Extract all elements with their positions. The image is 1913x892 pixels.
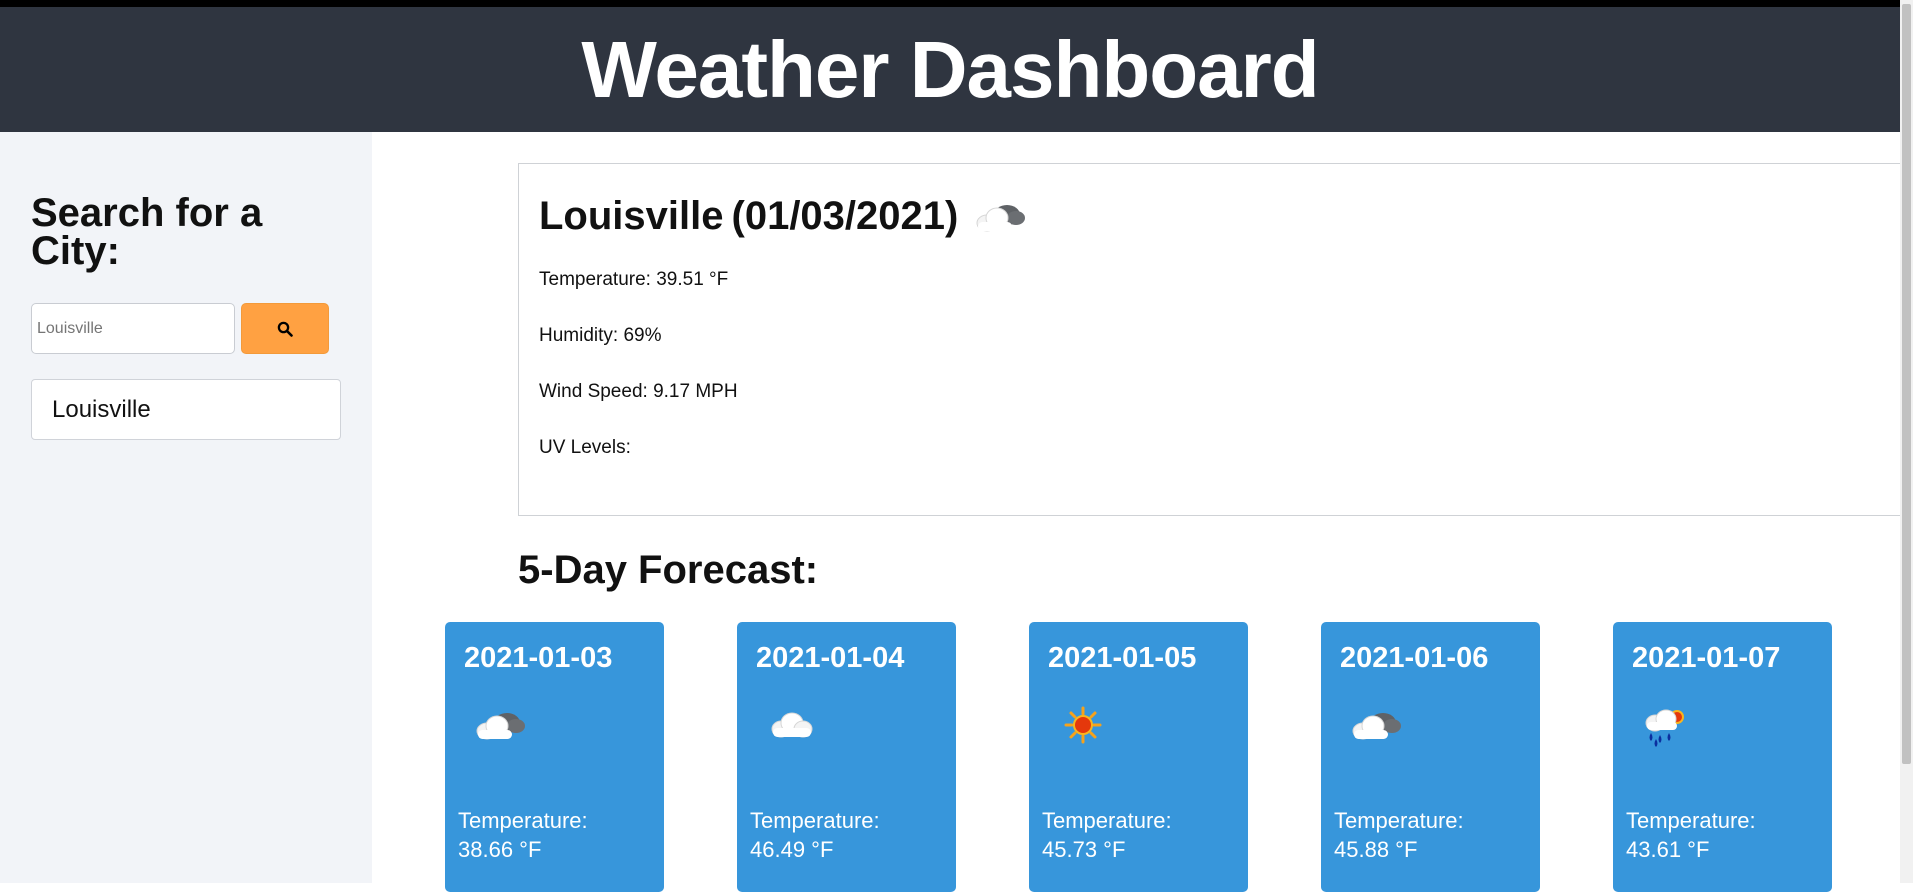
forecast-date: 2021-01-06: [1340, 642, 1489, 674]
forecast-temp-label: Temperature:: [750, 808, 880, 833]
forecast-temp-value: 45.73 °F: [1042, 837, 1126, 862]
partly-cloudy-icon: [976, 204, 1026, 231]
forecast-temperature: Temperature: 45.88 °F: [1334, 806, 1464, 864]
forecast-card: 2021-01-05 Temperature: 45.73 °F: [1029, 622, 1248, 892]
forecast-temp-value: 38.66 °F: [458, 837, 542, 862]
forecast-card: 2021-01-06 Temperature: 45.88 °F: [1321, 622, 1540, 892]
sidebar: Search for a City: Louisville: [0, 132, 372, 883]
forecast-temp-label: Temperature:: [1334, 808, 1464, 833]
forecast-temp-label: Temperature:: [458, 808, 588, 833]
history-item-label: Louisville: [52, 395, 151, 423]
forecast-heading: 5-Day Forecast:: [518, 548, 819, 592]
partly-cloudy-icon: [476, 713, 525, 740]
forecast-temperature: Temperature: 46.49 °F: [750, 806, 880, 864]
cloud-icon: [771, 712, 813, 738]
forecast-temperature: Temperature: 38.66 °F: [458, 806, 588, 864]
current-temperature: Temperature: 39.51 °F: [539, 269, 729, 290]
forecast-card: 2021-01-04 Temperature: 46.49 °F: [737, 622, 956, 892]
forecast-date: 2021-01-03: [464, 642, 613, 674]
search-button[interactable]: [241, 303, 329, 354]
forecast-temperature: Temperature: 43.61 °F: [1626, 806, 1756, 864]
search-icon: [277, 321, 293, 337]
current-date: (01/03/2021): [731, 194, 959, 238]
scrollbar-thumb[interactable]: [1902, 4, 1911, 764]
forecast-temp-label: Temperature:: [1626, 808, 1756, 833]
forecast-date: 2021-01-04: [756, 642, 905, 674]
current-humidity: Humidity: 69%: [539, 325, 662, 346]
current-weather-panel: Louisville (01/03/2021) Temperature: 39.…: [518, 163, 1900, 516]
forecast-temp-value: 43.61 °F: [1626, 837, 1710, 862]
forecast-temp-value: 46.49 °F: [750, 837, 834, 862]
partly-cloudy-icon: [1352, 713, 1401, 740]
forecast-card: 2021-01-03 Temperature: 38.66 °F: [445, 622, 664, 892]
forecast-temp-value: 45.88 °F: [1334, 837, 1418, 862]
forecast-card: 2021-01-07 Temperature: 43.61 °F: [1613, 622, 1832, 892]
sun-icon: [1064, 706, 1102, 744]
page-scrollbar[interactable]: [1900, 0, 1913, 883]
app-header: Weather Dashboard: [0, 7, 1900, 132]
rain-icon: [1645, 709, 1684, 747]
city-search-input[interactable]: [31, 303, 235, 354]
forecast-temp-label: Temperature:: [1042, 808, 1172, 833]
current-wind-speed: Wind Speed: 9.17 MPH: [539, 381, 738, 402]
current-city: Louisville: [539, 194, 724, 238]
forecast-date: 2021-01-05: [1048, 642, 1197, 674]
page-title: Weather Dashboard: [581, 24, 1319, 114]
forecast-temperature: Temperature: 45.73 °F: [1042, 806, 1172, 864]
current-weather-title: Louisville (01/03/2021): [539, 194, 1028, 239]
search-heading: Search for a City:: [31, 191, 263, 273]
current-uv-levels: UV Levels:: [539, 437, 631, 458]
history-item-louisville[interactable]: Louisville: [31, 379, 341, 440]
forecast-date: 2021-01-07: [1632, 642, 1781, 674]
top-strip: [0, 0, 1913, 7]
